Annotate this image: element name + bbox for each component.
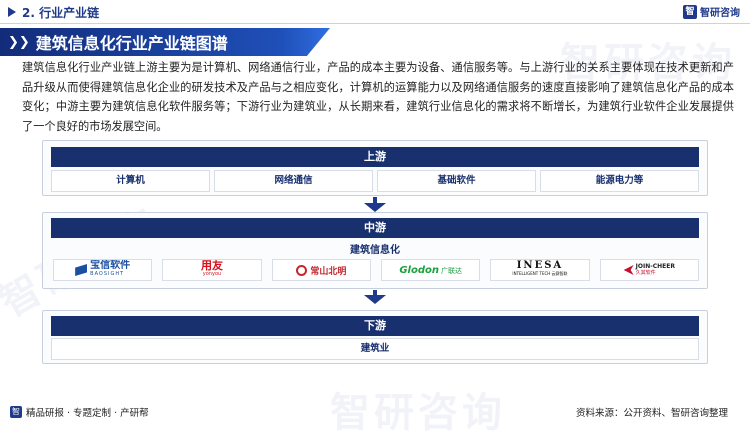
changshan-name: 常山北明	[310, 266, 347, 277]
downstream-item: 建筑业	[51, 338, 699, 360]
downstream-header: 下游	[51, 316, 699, 336]
upstream-item: 计算机	[51, 170, 210, 192]
footer-logo-icon: 智	[10, 406, 22, 418]
inesa-sub: INTELLIGENT TECH 云赛智联	[512, 271, 568, 276]
baosight-logo: 宝信软件 BAOSIGHT	[53, 259, 153, 281]
baosight-mark-icon	[75, 264, 88, 276]
down-arrow-icon	[364, 295, 386, 304]
join-cheer-logo: JOIN-CHEER 久其软件	[599, 259, 699, 281]
glodon-logo: Glodon 广联达	[380, 259, 481, 281]
baosight-name: 宝信软件	[90, 260, 131, 271]
upstream-panel: 上游 计算机 网络通信 基础软件 能源电力等	[42, 140, 708, 196]
upstream-items: 计算机 网络通信 基础软件 能源电力等	[51, 170, 699, 192]
triangle-marker-icon	[8, 7, 16, 17]
footer-slogan: 精品研报 · 专题定制 · 产研帮	[26, 408, 149, 419]
watermark: 智研咨询	[330, 390, 506, 436]
brand: 智 智研咨询	[683, 4, 740, 19]
upstream-item: 网络通信	[214, 170, 373, 192]
glodon-name: Glodon	[399, 264, 439, 276]
glodon-sub: 广联达	[440, 266, 462, 275]
section-header: 2. 行业产业链	[0, 0, 750, 24]
section-title: 2. 行业产业链	[22, 5, 100, 20]
page-title: 建筑信息化行业产业链图谱	[35, 34, 228, 53]
inesa-name: INESA	[516, 260, 564, 271]
join-cheer-sub: 久其软件	[635, 270, 656, 276]
section-divider	[0, 23, 750, 24]
yonyou-sub: yonyou	[202, 271, 222, 277]
upstream-item: 基础软件	[377, 170, 536, 192]
midstream-sublabel: 建筑信息化	[350, 245, 400, 256]
title-bar: ❯❯ 建筑信息化行业产业链图谱	[0, 28, 330, 56]
yonyou-logo: 用友 yonyou	[162, 259, 262, 281]
join-cheer-mark-icon	[623, 265, 634, 275]
upstream-header: 上游	[51, 147, 699, 167]
midstream-panel: 中游 建筑信息化 宝信软件 BAOSIGHT 用友 yonyou 常山北明 Gl…	[42, 212, 708, 289]
flow-arrow-stem	[373, 197, 377, 203]
upstream-item: 能源电力等	[540, 170, 699, 192]
inesa-logo: INESA INTELLIGENT TECH 云赛智联	[490, 259, 590, 281]
description-paragraph: 建筑信息化行业产业链上游主要为是计算机、网络通信行业，产品的成本主要为设备、通信…	[22, 61, 734, 133]
flow-arrow-stem	[373, 290, 377, 295]
changshan-beiming-logo: 常山北明	[271, 259, 371, 281]
join-cheer-name: JOIN-CHEER	[635, 263, 675, 270]
down-arrow-icon	[364, 203, 386, 212]
downstream-panel: 下游 建筑业	[42, 310, 708, 364]
double-chevron-icon: ❯❯	[8, 34, 30, 50]
footer-left: 智 精品研报 · 专题定制 · 产研帮	[10, 405, 149, 419]
company-logos: 宝信软件 BAOSIGHT 用友 yonyou 常山北明 Glodon 广联达	[53, 259, 699, 281]
downstream-items: 建筑业	[51, 338, 699, 360]
baosight-sub: BAOSIGHT	[90, 271, 125, 277]
brand-logo-icon: 智	[683, 4, 697, 19]
source-note: 资料来源：公开资料、智研咨询整理	[575, 408, 728, 419]
yonyou-name: 用友	[200, 259, 223, 272]
midstream-header: 中游	[51, 218, 699, 238]
changshan-mark-icon	[296, 264, 308, 276]
brand-name: 智研咨询	[700, 8, 740, 19]
